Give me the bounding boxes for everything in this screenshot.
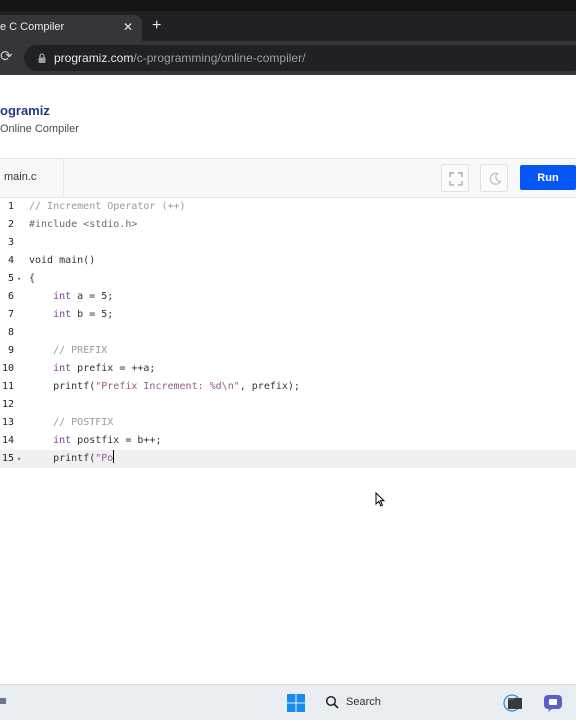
code-line-1: // Increment Operator (++): [29, 198, 186, 216]
code-line-9: // PREFIX: [29, 342, 107, 360]
lock-icon: [38, 53, 46, 63]
line-number-text: 13: [1, 417, 14, 428]
line-number-gutter: 1 2 3 4 5 ▾ 6 7 8 9 10 11 12 13 14 15 ▾: [0, 198, 28, 684]
line-number: 9: [0, 342, 26, 360]
code-line-14: int postfix = b++;: [29, 432, 161, 450]
code-line-11: printf("Prefix Increment: %d\n", prefix)…: [29, 378, 300, 396]
code-string: "Po: [95, 453, 114, 464]
taskbar: Search: [0, 684, 576, 720]
line-number-text: 10: [1, 363, 14, 374]
code-line-2: #include <stdio.h>: [29, 216, 137, 234]
line-number-text: 12: [1, 399, 14, 410]
code-comment: // Increment Operator (++): [29, 201, 186, 212]
line-number: 15 ▾: [0, 450, 26, 468]
code-string: "Prefix Increment: %d\n": [95, 381, 240, 392]
screen-top-bar: [0, 0, 576, 11]
site-header: ogramiz Online Compiler: [0, 75, 576, 159]
mouse-pointer-icon: [375, 492, 385, 507]
run-button[interactable]: Run: [520, 165, 576, 190]
code-line-15: printf("Po: [29, 450, 115, 468]
line-number-text: 7: [7, 309, 14, 320]
line-number-text: 5: [7, 273, 14, 284]
line-number-text: 14: [1, 435, 14, 446]
code-editor[interactable]: 1 2 3 4 5 ▾ 6 7 8 9 10 11 12 13 14 15 ▾ // Increment Ope…: [0, 198, 576, 684]
browser-address-bar: ⟳ programiz.com/c-programming/online-com…: [0, 41, 576, 75]
code-include: #include <stdio.h>: [29, 219, 138, 230]
site-logo-text[interactable]: ogramiz: [0, 103, 50, 118]
url-path: /c-programming/online-compiler/: [133, 51, 306, 65]
taskbar-edge-icon: [0, 698, 6, 704]
code-keyword: int: [53, 291, 72, 302]
reload-icon[interactable]: ⟳: [0, 49, 13, 64]
line-number: 12: [0, 396, 26, 414]
line-number: 11: [0, 378, 26, 396]
fold-arrow-icon[interactable]: ▾: [17, 450, 21, 468]
code-text: a = 5;: [71, 291, 114, 302]
line-number-text: 2: [7, 219, 14, 230]
code-text: b = 5;: [71, 309, 114, 320]
code-line-13: // POSTFIX: [29, 414, 113, 432]
fullscreen-button[interactable]: [441, 164, 469, 192]
fullscreen-icon: [449, 172, 463, 186]
code-text: postfix = b++;: [71, 435, 162, 446]
code-keyword: int: [53, 435, 72, 446]
fold-arrow-icon[interactable]: ▾: [17, 270, 21, 288]
line-number-text: 9: [7, 345, 14, 356]
code-text: , prefix);: [239, 381, 300, 392]
url-host: programiz.com: [54, 51, 134, 65]
close-icon[interactable]: ✕: [123, 21, 133, 33]
line-number-text: 11: [1, 381, 14, 392]
file-tab-label: main.c: [4, 171, 37, 183]
line-number: 4: [0, 252, 26, 270]
code-text: {: [29, 273, 36, 284]
line-number-text: 1: [7, 201, 14, 212]
line-number: 6: [0, 288, 26, 306]
line-number-text: 6: [7, 291, 14, 302]
url-text: programiz.com/c-programming/online-compi…: [54, 51, 305, 65]
code-line-10: int prefix = ++a;: [29, 360, 155, 378]
line-number: 14: [0, 432, 26, 450]
code-comment: // PREFIX: [53, 345, 108, 356]
search-icon[interactable]: [325, 695, 339, 709]
line-number-text: 4: [7, 255, 14, 266]
taskbar-search-label[interactable]: Search: [346, 696, 381, 708]
file-tab-main-c[interactable]: main.c: [0, 159, 64, 197]
line-number-text: 3: [7, 237, 14, 248]
code-function: printf(: [53, 381, 96, 392]
code-keyword: int: [53, 363, 72, 374]
line-number: 7: [0, 306, 26, 324]
teams-chat-icon[interactable]: [543, 693, 563, 713]
new-tab-button[interactable]: +: [152, 18, 161, 34]
code-function: printf(: [53, 453, 96, 464]
line-number: 2: [0, 216, 26, 234]
line-number: 8: [0, 324, 26, 342]
site-subtitle: Online Compiler: [0, 123, 79, 135]
line-number: 5 ▾: [0, 270, 26, 288]
browser-tab-strip: e C Compiler ✕ +: [0, 11, 576, 41]
code-comment: // POSTFIX: [53, 417, 114, 428]
text-cursor: [113, 450, 115, 463]
code-keyword: int: [53, 309, 72, 320]
line-number-text: 15: [1, 453, 14, 464]
tab-title: e C Compiler: [0, 21, 65, 33]
code-text: prefix = ++a;: [71, 363, 156, 374]
line-number: 3: [0, 234, 26, 252]
code-line-6: int a = 5;: [29, 288, 113, 306]
line-number: 13: [0, 414, 26, 432]
line-number: 1: [0, 198, 26, 216]
browser-tab[interactable]: e C Compiler ✕: [0, 15, 142, 41]
file-explorer-icon[interactable]: [507, 695, 523, 711]
code-line-5: {: [29, 270, 35, 288]
theme-toggle-button[interactable]: [480, 164, 508, 192]
line-number: 10: [0, 360, 26, 378]
editor-toolbar: main.c Run: [0, 159, 576, 198]
moon-icon: [489, 172, 502, 185]
line-number-text: 8: [7, 327, 14, 338]
code-line-4: void main(): [29, 252, 95, 270]
windows-start-icon[interactable]: [286, 693, 306, 713]
code-text: void main(): [29, 255, 96, 266]
code-line-7: int b = 5;: [29, 306, 113, 324]
url-field[interactable]: programiz.com/c-programming/online-compi…: [24, 45, 576, 71]
